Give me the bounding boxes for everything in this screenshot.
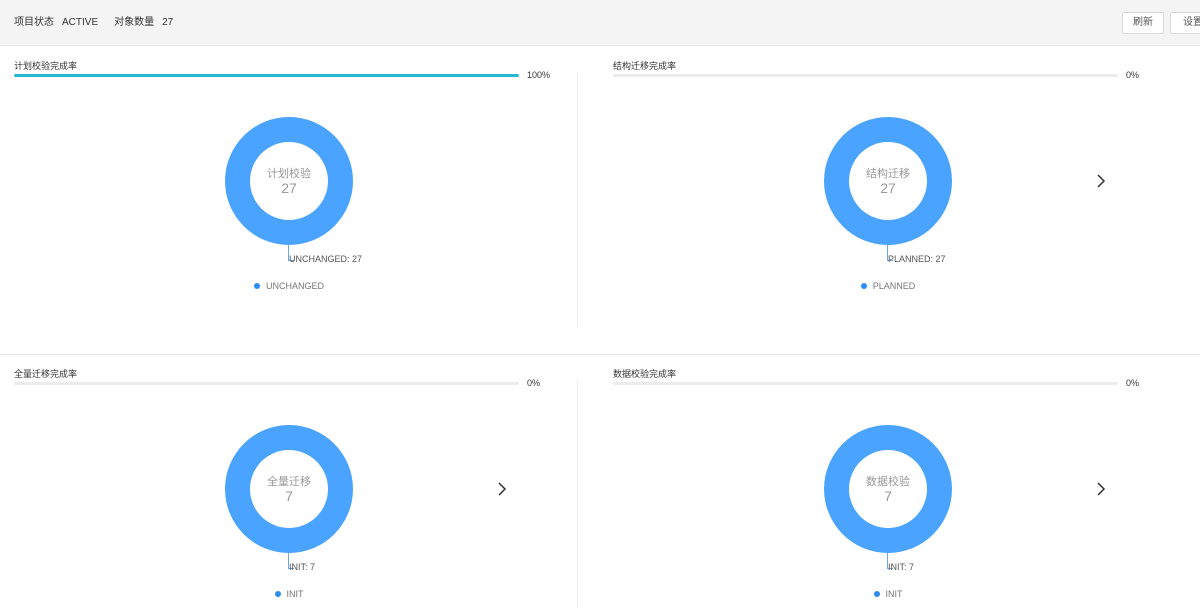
slice-label: UNCHANGED: 27 bbox=[289, 254, 363, 264]
progress-percent: 0% bbox=[1126, 70, 1140, 80]
legend-label[interactable]: UNCHANGED bbox=[266, 281, 324, 291]
legend-dot-icon bbox=[873, 590, 880, 597]
status-value: ACTIVE bbox=[62, 17, 99, 28]
progress-bar bbox=[613, 382, 1118, 385]
donut-chart: 数据校验 7 INIT: 7 bbox=[824, 425, 952, 572]
slice-label: INIT: 7 bbox=[289, 562, 316, 572]
chevron-right-icon[interactable] bbox=[495, 479, 511, 499]
progress-percent: 0% bbox=[1126, 378, 1140, 388]
donut-chart: 计划校验 27 UNCHANGED: 27 bbox=[225, 117, 362, 264]
progress-percent: 100% bbox=[527, 70, 551, 80]
object-count-value: 27 bbox=[162, 17, 174, 28]
progress-percent: 0% bbox=[527, 378, 541, 388]
chevron-right-icon[interactable] bbox=[1094, 479, 1110, 499]
vertical-divider bbox=[577, 380, 578, 608]
object-count-label: 对象数量 bbox=[114, 17, 155, 28]
slice-label: INIT: 7 bbox=[888, 562, 915, 572]
legend-label[interactable]: PLANNED bbox=[873, 281, 916, 291]
legend-dot-icon bbox=[253, 282, 260, 289]
settings-button[interactable]: 设置 bbox=[1170, 12, 1200, 34]
donut-center-count: 27 bbox=[880, 180, 896, 196]
progress-bar bbox=[613, 74, 1118, 77]
legend-label[interactable]: INIT bbox=[287, 589, 304, 599]
panel-title: 数据校验完成率 bbox=[613, 369, 677, 379]
donut-center-count: 7 bbox=[285, 488, 293, 504]
donut-center-count: 27 bbox=[281, 180, 297, 196]
donut-center-count: 7 bbox=[884, 488, 892, 504]
donut-chart: 结构迁移 27 PLANNED: 27 bbox=[824, 117, 952, 264]
donut-center-name: 数据校验 bbox=[866, 476, 910, 488]
status-label: 项目状态 bbox=[14, 17, 54, 28]
chevron-right-icon[interactable] bbox=[1094, 171, 1110, 191]
legend-dot-icon bbox=[274, 590, 281, 597]
donut-center-name: 计划校验 bbox=[267, 168, 311, 180]
panel-data-check: 数据校验完成率 0% 数据校验 7 INIT: 7 INIT bbox=[599, 355, 1200, 608]
project-status-bar: 项目状态 ACTIVE 对象数量 27 bbox=[14, 13, 173, 28]
vertical-divider bbox=[577, 72, 578, 327]
panel-title: 结构迁移完成率 bbox=[613, 61, 677, 71]
progress-bar bbox=[14, 382, 519, 385]
refresh-button[interactable]: 刷新 bbox=[1122, 12, 1164, 34]
top-bar: 项目状态 ACTIVE 对象数量 27 刷新 设置 bbox=[0, 0, 1200, 46]
legend: UNCHANGED bbox=[0, 281, 578, 291]
donut-center-name: 结构迁移 bbox=[866, 168, 910, 180]
panel-plan-check: 计划校验完成率 100% 计划校验 27 UNCHANGED: 27 UNCHA… bbox=[0, 47, 600, 354]
panel-full-migration: 全量迁移完成率 0% 全量迁移 7 INIT: 7 INIT bbox=[0, 355, 600, 608]
legend: PLANNED bbox=[599, 281, 1177, 291]
horizontal-divider bbox=[0, 354, 1200, 355]
panel-structure-migration: 结构迁移完成率 0% 结构迁移 27 PLANNED: 27 PLANNED bbox=[599, 47, 1200, 354]
donut-center-name: 全量迁移 bbox=[267, 476, 311, 488]
legend-label[interactable]: INIT bbox=[886, 589, 903, 599]
panel-title: 计划校验完成率 bbox=[14, 61, 78, 71]
legend-dot-icon bbox=[860, 282, 867, 289]
progress-fill bbox=[14, 74, 519, 77]
panel-title: 全量迁移完成率 bbox=[14, 369, 78, 379]
donut-chart: 全量迁移 7 INIT: 7 bbox=[225, 425, 353, 572]
legend: INIT bbox=[599, 589, 1177, 599]
progress-bar bbox=[14, 74, 519, 77]
legend: INIT bbox=[0, 589, 578, 599]
slice-label: PLANNED: 27 bbox=[888, 254, 946, 264]
